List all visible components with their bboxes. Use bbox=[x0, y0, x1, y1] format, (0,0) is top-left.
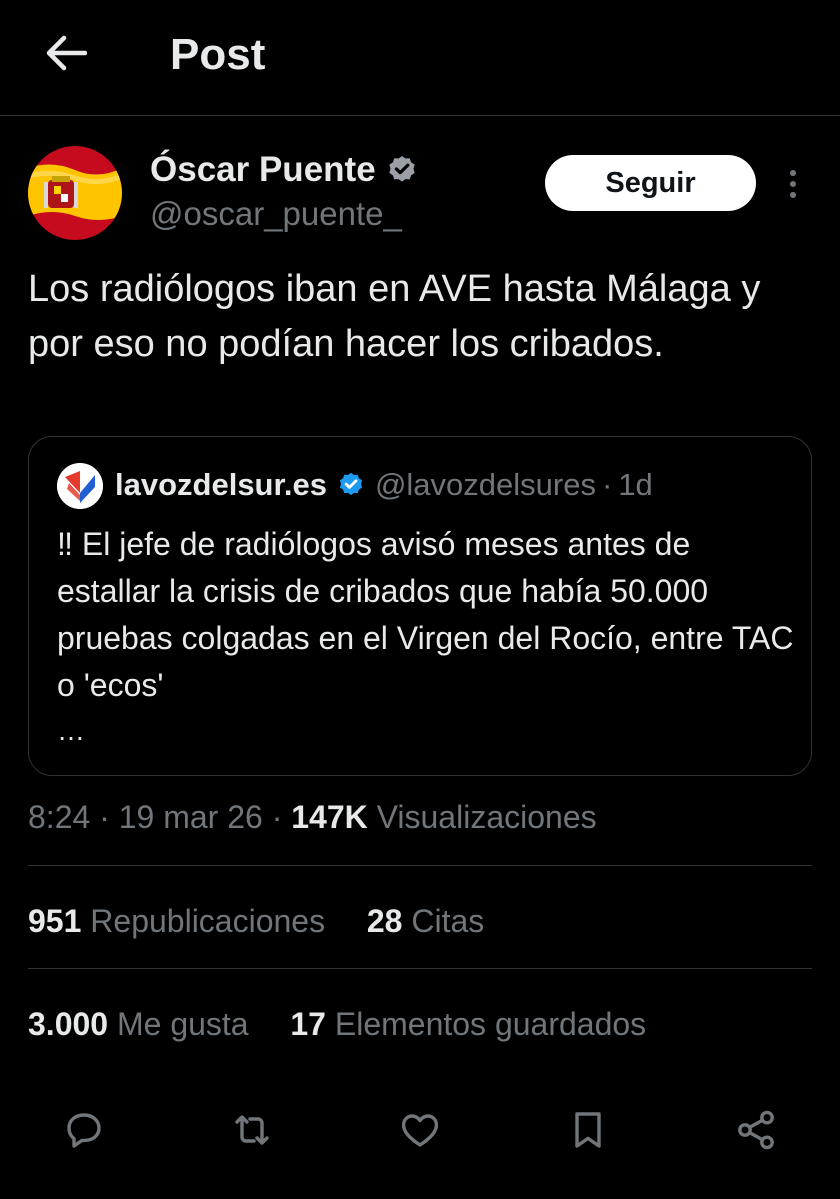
follow-button[interactable]: Seguir bbox=[545, 155, 756, 211]
author-avatar[interactable] bbox=[28, 146, 122, 240]
post-date: 19 mar 26 bbox=[118, 799, 263, 835]
likes-stat[interactable]: 3.000 Me gusta bbox=[28, 1006, 257, 1042]
back-button[interactable] bbox=[40, 30, 92, 76]
action-bar bbox=[0, 1100, 840, 1160]
quote-separator: · bbox=[601, 467, 613, 502]
likes-label: Me gusta bbox=[116, 1006, 249, 1042]
bookmark-icon bbox=[575, 1112, 601, 1148]
stats-row-reposts: 951 Republicaciones 28 Citas bbox=[28, 900, 484, 942]
top-bar: Post bbox=[0, 0, 840, 116]
likes-count: 3.000 bbox=[28, 1006, 109, 1042]
separator-dot: · bbox=[99, 799, 119, 835]
reply-button[interactable] bbox=[60, 1106, 108, 1154]
post-time: 8:24 bbox=[28, 799, 91, 835]
post-text: Los radiólogos iban en AVE hasta Málaga … bbox=[28, 268, 761, 365]
author-name[interactable]: Óscar Puente bbox=[150, 150, 418, 190]
reply-icon bbox=[67, 1113, 101, 1148]
like-icon bbox=[401, 1114, 439, 1147]
quote-author-name: lavozdelsur.es bbox=[115, 467, 327, 502]
divider bbox=[28, 865, 812, 866]
verified-badge-icon bbox=[339, 472, 363, 496]
views-label: Visualizaciones bbox=[376, 799, 597, 835]
views-count: 147K bbox=[291, 799, 368, 835]
quote-meta: lavozdelsur.es @lavozdelsures · 1d bbox=[115, 465, 653, 505]
share-button[interactable] bbox=[732, 1106, 780, 1154]
share-icon bbox=[738, 1110, 774, 1150]
reposts-label: Republicaciones bbox=[90, 903, 326, 939]
more-dot bbox=[790, 192, 796, 198]
like-button[interactable] bbox=[396, 1106, 444, 1154]
quotes-label: Citas bbox=[411, 903, 485, 939]
quote-timestamp: 1d bbox=[618, 467, 653, 502]
bookmarks-label: Elementos guardados bbox=[334, 1006, 647, 1042]
bookmark-button[interactable] bbox=[564, 1106, 612, 1154]
reposts-count: 951 bbox=[28, 903, 82, 939]
quote-text: ‼ El jefe de radiólogos avisó meses ante… bbox=[57, 526, 794, 703]
author-name-text: Óscar Puente bbox=[150, 150, 376, 189]
quote-author-handle: @lavozdelsures bbox=[374, 467, 596, 502]
separator-dot: · bbox=[271, 799, 292, 835]
stats-row-likes: 3.000 Me gusta 17 Elementos guardados bbox=[28, 1003, 646, 1045]
verified-badge-icon bbox=[388, 156, 415, 182]
author-handle[interactable]: @oscar_puente_ bbox=[150, 194, 402, 234]
quoted-post[interactable]: lavozdelsur.es @lavozdelsures · 1d ‼ El … bbox=[28, 436, 812, 776]
reposts-stat[interactable]: 951 Republicaciones bbox=[28, 903, 334, 939]
quotes-count: 28 bbox=[366, 903, 403, 939]
repost-icon bbox=[235, 1115, 269, 1145]
lavozdelsur-logo-icon bbox=[57, 463, 103, 509]
more-dot bbox=[790, 181, 796, 187]
bookmarks-stat[interactable]: 17 Elementos guardados bbox=[290, 1006, 646, 1042]
bookmarks-count: 17 bbox=[290, 1006, 326, 1042]
arrow-left-icon bbox=[46, 35, 87, 71]
page-title: Post bbox=[170, 30, 266, 79]
divider bbox=[28, 968, 812, 969]
quotes-stat[interactable]: 28 Citas bbox=[367, 903, 484, 939]
spain-flag-avatar bbox=[28, 146, 122, 240]
post-timestamp-row: 8:24 · 19 mar 26 · 147K Visualizaciones bbox=[28, 796, 597, 838]
quote-avatar bbox=[57, 463, 103, 509]
quote-ellipsis: … bbox=[57, 715, 85, 746]
more-dot bbox=[790, 170, 796, 176]
repost-button[interactable] bbox=[228, 1106, 276, 1154]
more-options-icon[interactable] bbox=[776, 164, 810, 204]
